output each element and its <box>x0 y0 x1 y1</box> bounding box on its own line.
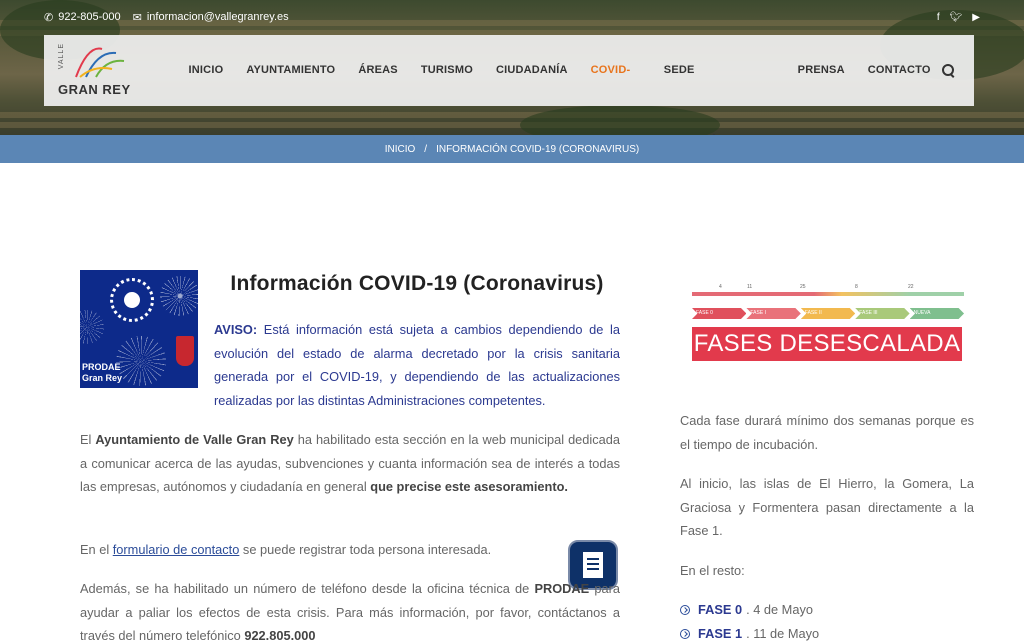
email-address: informacion@vallegranrey.es <box>146 11 289 23</box>
intro-text-a: El <box>80 432 96 447</box>
nav-menu: INICIO AYUNTAMIENTO ÁREAS TURISMO CIUDAD… <box>177 35 942 106</box>
nav-item-prensa[interactable]: PRENSA <box>786 35 856 106</box>
contact-text-b: se puede registrar toda persona interesa… <box>239 542 492 557</box>
nav-item-covid19[interactable]: COVID-19 <box>579 35 652 106</box>
phone-text-a: Además, se ha habilitado un número de te… <box>80 581 535 596</box>
facebook-icon[interactable]: f <box>937 12 940 23</box>
youtube-icon[interactable]: ▶ <box>972 12 980 23</box>
main-navigation: VALLE GRAN REY INICIO AYUNTAMIENTO ÁREAS… <box>44 35 974 106</box>
notice-label: AVISO: <box>214 322 258 337</box>
intro-text-bold-org: Ayuntamiento de Valle Gran Rey <box>95 432 294 447</box>
nav-item-ayuntamiento[interactable]: AYUNTAMIENTO <box>235 35 347 106</box>
page-title: Información COVID-19 (Coronavirus) <box>230 272 604 295</box>
fases-desescalada-graphic: 4 11 25 8 22 FASE 0 FASE I FASE II FASE … <box>692 284 965 364</box>
social-links: f 🐦︎ ▶ <box>937 12 980 23</box>
phone-contact[interactable]: ✆ 922-805-000 <box>44 11 121 24</box>
envelope-icon: ✉ <box>132 11 142 24</box>
fase-list-item: FASE 0. 4 de Mayo <box>680 602 813 617</box>
graphic-tick: 25 <box>800 284 806 290</box>
sidebar-paragraph-1: Cada fase durará mínimo dos semanas porq… <box>680 413 974 452</box>
graphic-phase: FASE II <box>800 308 856 319</box>
fase-list-item: FASE 1. 11 de Mayo <box>680 626 819 641</box>
thumbnail-line1: PRODAE <box>82 362 121 372</box>
graphic-tick: 11 <box>747 284 753 290</box>
fase-label: FASE 0 <box>698 602 743 617</box>
thumbnail-caption: PRODAE Gran Rey <box>82 362 122 384</box>
notice-paragraph: AVISO: Está información está sujeta a ca… <box>214 318 620 412</box>
contact-text-a: En el <box>80 542 113 557</box>
thumbnail-line2: Gran Rey <box>82 373 123 383</box>
nav-item-sede-electronica[interactable]: SEDE ELECTRÓNICA <box>652 35 786 106</box>
top-bar: ✆ 922-805-000 ✉ informacion@vallegranrey… <box>44 8 980 26</box>
intro-text-bold-end: que precise este asesoramiento. <box>370 479 568 494</box>
fases-banner: FASES DESESCALADA <box>692 327 962 361</box>
fase-label: FASE 1 <box>698 626 743 641</box>
phone-number: 922-805-000 <box>58 11 121 23</box>
contact-form-link[interactable]: formulario de contacto <box>113 542 240 557</box>
arrow-circle-icon <box>680 604 690 615</box>
graphic-tick: 22 <box>908 284 914 290</box>
twitter-icon[interactable]: 🐦︎ <box>950 12 963 23</box>
sidebar-paragraph-2: Al inicio, las islas de El Hierro, la Go… <box>680 476 974 538</box>
phone-icon: ✆ <box>44 11 54 24</box>
logo-valle: VALLE <box>58 43 65 70</box>
breadcrumb-current: INFORMACIÓN COVID-19 (CORONAVIRUS) <box>436 143 640 155</box>
logo-mark-icon <box>75 47 125 78</box>
nav-item-turismo[interactable]: TURISMO <box>409 35 484 106</box>
graphic-phase: FASE III <box>855 308 910 319</box>
graphic-phase: FASE I <box>746 308 801 319</box>
hero-banner: ✆ 922-805-000 ✉ informacion@vallegranrey… <box>0 0 1024 135</box>
nav-item-ciudadania[interactable]: CIUDADANÍA <box>484 35 579 106</box>
sidebar-paragraph-3: En el resto: <box>680 563 745 578</box>
site-logo[interactable]: VALLE GRAN REY <box>56 35 165 106</box>
phone-paragraph: Además, se ha habilitado un número de te… <box>80 577 620 644</box>
graphic-timeline <box>692 292 964 296</box>
nav-item-contacto[interactable]: CONTACTO <box>856 35 942 106</box>
nav-item-inicio[interactable]: INICIO <box>177 35 235 106</box>
intro-paragraph: El Ayuntamiento de Valle Gran Rey ha hab… <box>80 428 620 499</box>
graphic-phase: FASE 0 <box>692 308 747 319</box>
graphic-phase: NUEVA NORMALIDAD <box>909 308 965 319</box>
graphic-tick: 4 <box>719 284 722 290</box>
search-icon[interactable] <box>942 63 956 78</box>
graphic-tick: 8 <box>855 284 858 290</box>
document-icon <box>583 552 603 578</box>
fase-date: . 11 de Mayo <box>746 626 820 641</box>
covid-thumbnail-image: PRODAE Gran Rey <box>80 270 198 388</box>
graphic-phases: FASE 0 FASE I FASE II FASE III NUEVA NOR… <box>692 308 965 319</box>
nav-item-areas[interactable]: ÁREAS <box>347 35 410 106</box>
email-contact[interactable]: ✉ informacion@vallegranrey.es <box>133 11 289 24</box>
breadcrumb-separator: / <box>424 143 428 155</box>
fase-date: . 4 de Mayo <box>746 602 813 617</box>
contact-form-paragraph: En el formulario de contacto se puede re… <box>80 538 550 562</box>
phone-text-number: 922.805.000 <box>244 628 316 643</box>
logo-gran-rey: GRAN REY <box>58 82 131 97</box>
breadcrumb-home[interactable]: INICIO <box>385 144 416 155</box>
breadcrumb: INICIO / INFORMACIÓN COVID-19 (CORONAVIR… <box>0 135 1024 163</box>
notice-text: Está información está sujeta a cambios d… <box>214 322 620 408</box>
arrow-circle-icon <box>680 628 690 639</box>
phone-text-prodae: PRODAE <box>534 581 590 596</box>
